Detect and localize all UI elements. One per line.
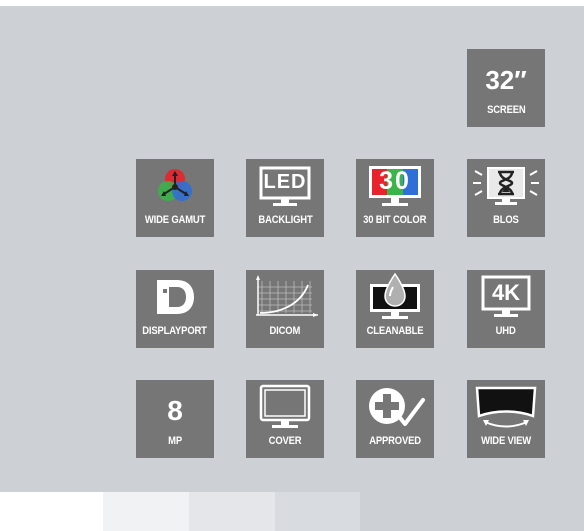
megapixel-tile: 8 MP: [136, 380, 214, 458]
swatch: [275, 492, 360, 531]
water-drop-icon: [370, 272, 420, 319]
displayport-icon: [157, 280, 194, 314]
displayport-tile: DISPLAYPORT: [136, 270, 214, 348]
swatch: [360, 492, 445, 531]
cover-tile: COVER: [246, 380, 324, 458]
wide-gamut-tile: WIDE GAMUT: [136, 159, 214, 237]
bottom-color-strip: [0, 492, 584, 531]
swatch: [0, 492, 103, 531]
led-text: LED: [263, 170, 307, 193]
screen-size-icon: 32″: [467, 49, 545, 103]
medical-approved-icon: [369, 388, 425, 426]
feature-panel: 32″ SCREEN WIDE GAMUT LED BACKLIGHT 30 3…: [0, 6, 584, 492]
wide-gamut-label: WIDE GAMUT: [144, 214, 206, 226]
approved-tile: APPROVED: [356, 380, 434, 458]
color-gamut-icon: [158, 169, 192, 201]
uhd-text: 4K: [491, 280, 521, 305]
screen-size-label: SCREEN: [486, 104, 526, 116]
hourglass-icon: [473, 167, 539, 205]
displayport-label: DISPLAYPORT: [142, 325, 208, 337]
cover-label: COVER: [268, 435, 302, 447]
cleanable-label: CLEANABLE: [366, 325, 424, 337]
swatch: [445, 492, 584, 531]
backlight-label: BACKLIGHT: [257, 214, 313, 226]
blos-tile: BLOS: [467, 159, 545, 237]
swatch: [189, 492, 275, 531]
screen-size-value: 32″: [485, 64, 527, 95]
screen-size-tile: 32″ SCREEN: [467, 49, 545, 127]
dicom-curve-icon: [256, 275, 318, 317]
megapixel-icon: 8: [136, 380, 214, 434]
wide-view-tile: WIDE VIEW: [467, 380, 545, 458]
wide-view-label: WIDE VIEW: [481, 435, 531, 447]
color-depth-label: 30 BIT COLOR: [363, 214, 427, 226]
blos-label: BLOS: [493, 214, 519, 226]
uhd-monitor-icon: 4K: [467, 270, 545, 324]
monitor-cover-icon: [259, 384, 311, 428]
color-depth-text: 30: [379, 166, 411, 195]
approved-label: APPROVED: [369, 435, 421, 447]
led-monitor-icon: LED: [246, 159, 324, 213]
cleanable-tile: CLEANABLE: [356, 270, 434, 348]
dicom-tile: DICOM: [246, 270, 324, 348]
megapixel-label: MP: [168, 435, 182, 447]
uhd-tile: 4K UHD: [467, 270, 545, 348]
swatch: [103, 492, 189, 531]
megapixel-value: 8: [167, 395, 183, 426]
color-depth-icon: 30: [356, 159, 434, 213]
wide-view-angle-icon: [475, 386, 537, 428]
uhd-label: UHD: [496, 325, 516, 337]
dicom-label: DICOM: [269, 325, 301, 337]
color-depth-tile: 30 30 BIT COLOR: [356, 159, 434, 237]
backlight-tile: LED BACKLIGHT: [246, 159, 324, 237]
